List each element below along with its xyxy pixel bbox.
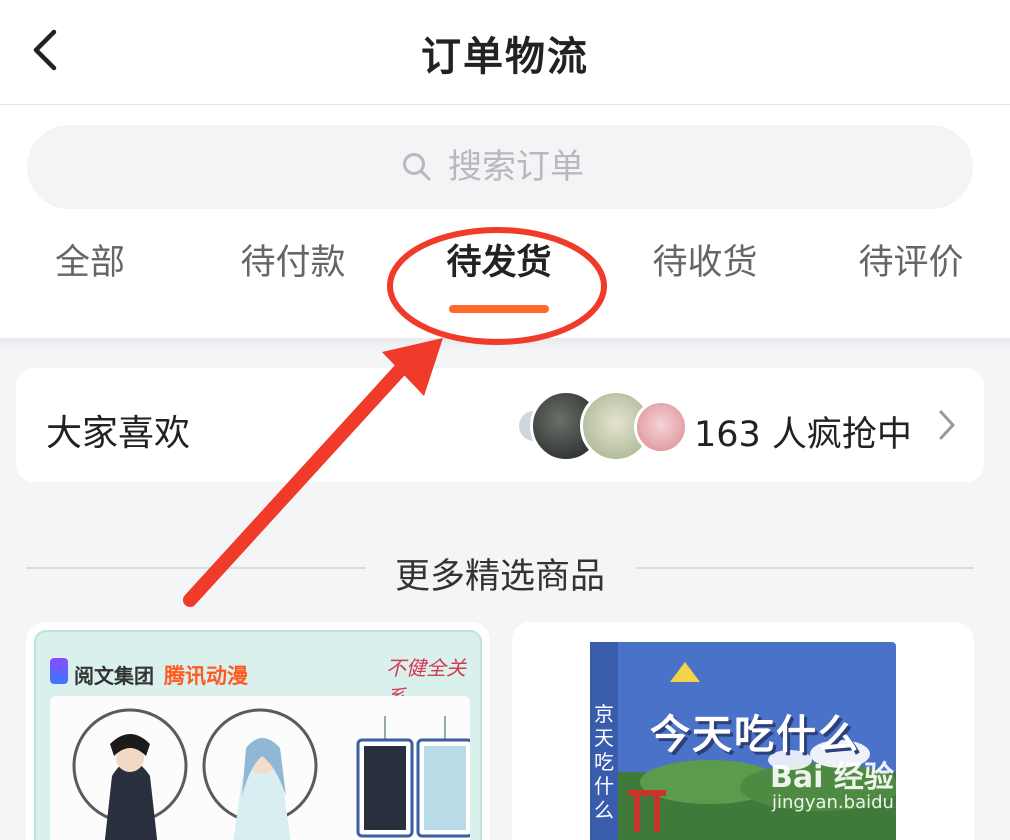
- chevron-right-icon: [939, 410, 955, 440]
- shoppers-count: 163 人疯抢中: [694, 415, 912, 455]
- tab-all[interactable]: 全部: [30, 233, 150, 323]
- product-card[interactable]: 阅文集团 腾讯动漫 不健全关系: [26, 622, 490, 840]
- tab-pending-review[interactable]: 待评价: [836, 233, 986, 323]
- search-bar[interactable]: [27, 125, 973, 209]
- section-divider: 更多精选商品: [26, 540, 974, 600]
- avatar: [634, 400, 688, 454]
- watermark-logo: Bai 经验: [770, 760, 894, 795]
- brand-name-secondary: 腾讯动漫: [164, 664, 248, 688]
- product-image: 阅文集团 腾讯动漫 不健全关系: [34, 630, 482, 840]
- brand-name: 阅文集团: [74, 664, 154, 688]
- active-tab-indicator: [449, 305, 549, 313]
- header-bar: 订单物流: [0, 0, 1010, 105]
- avatar-group: [516, 390, 696, 462]
- tab-label: 待发货: [446, 243, 552, 283]
- tab-label: 待评价: [858, 243, 964, 283]
- order-logistics-page: 订单物流 全部 待付款 待发货 待收货 待评价: [0, 0, 1010, 840]
- tab-pending-shipment[interactable]: 待发货: [424, 233, 574, 323]
- tabs-shadow: [0, 338, 1010, 352]
- tab-label: 全部: [54, 243, 125, 283]
- tab-pending-payment[interactable]: 待付款: [218, 233, 368, 323]
- artwork-illustration: [72, 708, 474, 840]
- divider-line-right: [636, 567, 974, 569]
- page-title: 订单物流: [421, 34, 589, 80]
- tab-pending-receipt[interactable]: 待收货: [630, 233, 780, 323]
- tab-label: 待收货: [652, 243, 758, 283]
- popular-recommendation-card[interactable]: 大家喜欢 163 人疯抢中: [16, 368, 984, 482]
- search-input[interactable]: [446, 146, 600, 188]
- top-panel: 全部 待付款 待发货 待收货 待评价: [0, 105, 1010, 338]
- watermark-url: jingyan.baidu.com: [772, 792, 939, 813]
- tab-label: 待付款: [240, 243, 346, 283]
- brand-logo-icon: [50, 658, 68, 684]
- watermark: Bai 经验 jingyan.baidu.com: [770, 752, 970, 822]
- search-icon: [403, 153, 431, 181]
- recommendation-title: 大家喜欢: [46, 413, 191, 454]
- section-title: 更多精选商品: [394, 557, 605, 597]
- artwork-panel: 正面 反面: [50, 696, 474, 840]
- order-tabs: 全部 待付款 待发货 待收货 待评价: [0, 233, 1010, 323]
